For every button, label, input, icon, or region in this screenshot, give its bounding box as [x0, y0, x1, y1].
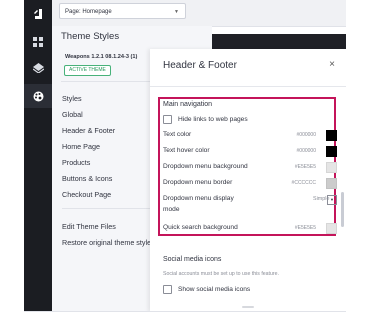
dropdown-border-hex: #CCCCCC: [291, 180, 316, 186]
nav-item-global[interactable]: Global: [62, 110, 83, 119]
palette-icon[interactable]: [24, 84, 52, 108]
chevron-down-icon[interactable]: ▼: [327, 195, 337, 205]
nav-item-header-footer[interactable]: Header & Footer: [62, 126, 115, 135]
hide-links-checkbox[interactable]: [163, 115, 172, 124]
text-color-hex: #000000: [296, 132, 316, 138]
text-hover-color-swatch[interactable]: [326, 146, 337, 157]
dropdown-border-swatch[interactable]: [326, 178, 337, 189]
dropdown-border-label: Dropdown menu border: [163, 179, 233, 186]
text-color-swatch[interactable]: [326, 130, 337, 141]
header-footer-panel: Header & Footer × Main navigation Hide l…: [150, 49, 346, 312]
social-media-title: Social media icons: [163, 256, 222, 263]
nav-item-styles[interactable]: Styles: [62, 94, 82, 103]
logo-icon[interactable]: [24, 2, 52, 26]
close-icon[interactable]: ×: [329, 59, 335, 70]
edit-theme-files-link[interactable]: Edit Theme Files: [62, 222, 116, 231]
show-social-checkbox[interactable]: [163, 285, 172, 294]
panel-title: Theme Styles: [61, 31, 120, 42]
text-color-label: Text color: [163, 131, 192, 138]
hide-links-label: Hide links to web pages: [178, 116, 248, 123]
chevron-down-icon: ▼: [174, 9, 179, 15]
page-select-value: Page: Homepage: [65, 9, 112, 15]
dropdown-bg-hex: #E5E5E5: [294, 164, 316, 170]
restore-theme-styles-link[interactable]: Restore original theme styles: [62, 238, 155, 247]
dropdown-bg-swatch[interactable]: [326, 162, 337, 173]
display-mode-label-cont: mode: [163, 206, 180, 213]
scrollbar[interactable]: [341, 192, 344, 227]
page-select[interactable]: Page: Homepage ▼: [59, 3, 186, 19]
divider: [24, 311, 346, 312]
dashboard-icon[interactable]: [24, 30, 52, 54]
nav-item-products[interactable]: Products: [62, 158, 90, 167]
app-frame: Page: Homepage ▼ Theme Styles Weapons 1.…: [24, 0, 346, 312]
text-hover-color-hex: #000000: [296, 148, 316, 154]
quick-search-bg-label: Quick search background: [163, 224, 238, 231]
divider: [150, 86, 346, 87]
resize-grip[interactable]: [242, 306, 254, 308]
top-bar: Page: Homepage ▼: [52, 0, 346, 27]
theme-name: Weapons 1.2.1 08.1.24-3 (1): [65, 54, 138, 60]
panel-title: Header & Footer: [163, 60, 237, 71]
text-hover-color-label: Text hover color: [163, 147, 210, 154]
active-theme-badge: ACTIVE THEME: [64, 65, 111, 76]
social-hint: Social accounts must be set up to use th…: [163, 271, 279, 277]
main-navigation-title: Main navigation: [163, 101, 213, 108]
quick-search-bg-hex: #E5E5E5: [294, 225, 316, 231]
layers-icon[interactable]: [24, 56, 52, 80]
display-mode-label: Dropdown menu display: [163, 195, 234, 202]
show-social-label: Show social media icons: [178, 286, 251, 293]
nav-item-buttons-icons[interactable]: Buttons & Icons: [62, 174, 112, 183]
left-rail: [24, 0, 52, 312]
nav-item-checkout-page[interactable]: Checkout Page: [62, 190, 111, 199]
quick-search-bg-swatch[interactable]: [326, 223, 337, 234]
dropdown-bg-label: Dropdown menu background: [163, 163, 248, 170]
nav-item-home-page[interactable]: Home Page: [62, 142, 100, 151]
